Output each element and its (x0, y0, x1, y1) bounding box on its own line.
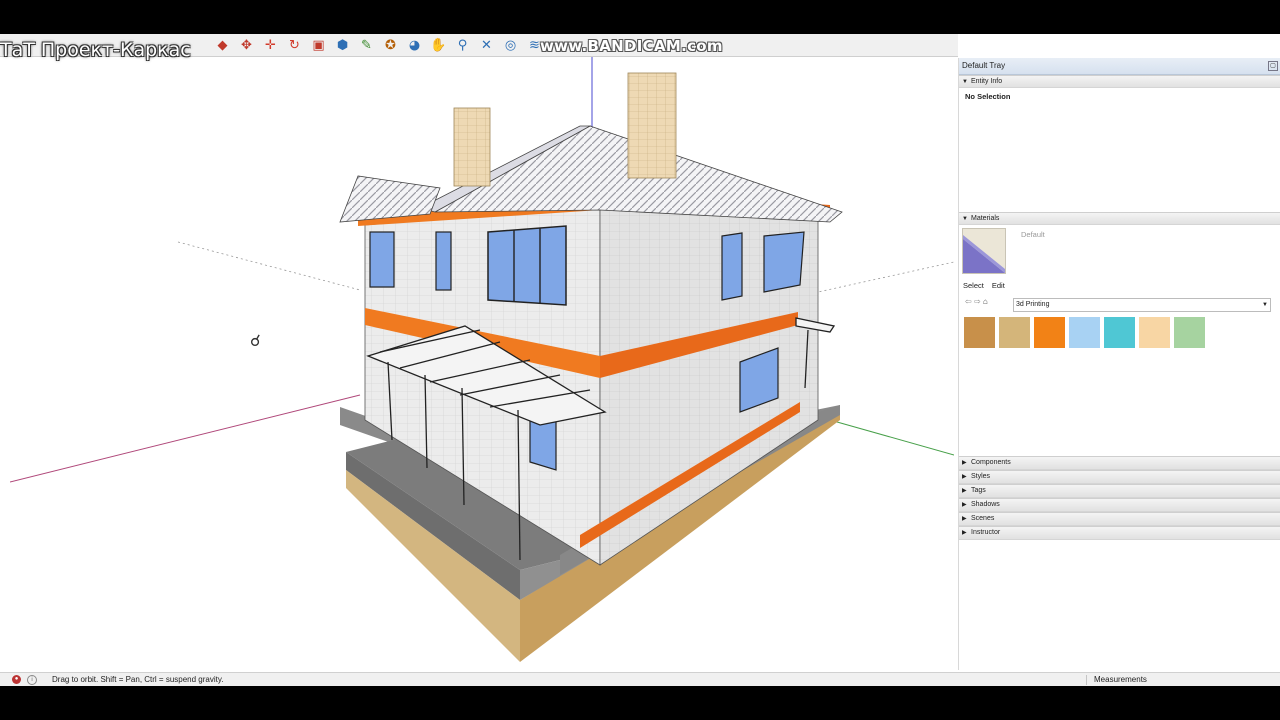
orbit-icon[interactable]: ✥ (236, 35, 257, 55)
tray-pin-button[interactable]: ▢ (1268, 61, 1278, 71)
material-swatches (964, 317, 1209, 348)
panel-entity-info[interactable]: ▼ Entity Info (959, 75, 1280, 88)
house-model-scene: ☌ (10, 57, 954, 662)
material-library-value: 3d Printing (1016, 301, 1050, 308)
collapsed-arrow-icon: ▶ (962, 460, 967, 466)
red-axis (10, 394, 361, 483)
materials-tabs: Select Edit (963, 281, 1013, 290)
model-viewport[interactable]: ☌ (10, 57, 954, 667)
panel-instructor[interactable]: ▶ Instructor (959, 526, 1280, 540)
panel-entity-info-label: Entity Info (971, 78, 1003, 85)
geo-status-icon[interactable]: ● (12, 675, 21, 684)
recorder-watermark: www.BANDICAM.com (540, 37, 723, 55)
collapsed-arrow-icon: ▶ (962, 516, 967, 522)
tab-edit[interactable]: Edit (992, 281, 1005, 290)
panel-label: Components (971, 459, 1011, 466)
collapsed-arrow-icon: ▶ (962, 474, 967, 480)
toolbar-icons: ◆ ✥ ✛ ↻ ▣ ⬢ ✎ ✪ ◕ ✋ ⚲ ✕ ◎ ≋ (212, 35, 548, 55)
status-icons: ● i (12, 675, 43, 685)
material-preview[interactable] (962, 228, 1006, 274)
material-swatch-1[interactable] (964, 317, 995, 348)
material-library-select[interactable]: 3d Printing ▼ (1013, 298, 1271, 312)
panel-label: Styles (971, 473, 991, 480)
collapsed-arrow-icon: ▶ (962, 530, 967, 536)
collapsed-panels: ▶ Components ▶ Styles ▶ Tags ▶ Shadows ▶ Scenes ▶ I… (959, 456, 1280, 540)
material-swatch-4[interactable] (1069, 317, 1100, 348)
materials-nav: ⇦ ⇨ ⌂ (965, 297, 988, 306)
back-arrow-icon[interactable]: ⇦ (965, 297, 972, 306)
panel-styles[interactable]: ▶ Styles (959, 470, 1280, 484)
collapsed-arrow-icon: ▶ (962, 502, 967, 508)
panel-label: Shadows (971, 501, 1000, 508)
pan-icon[interactable]: ✋ (428, 35, 449, 55)
material-swatch-7[interactable] (1174, 317, 1205, 348)
expanded-arrow-icon: ▼ (962, 79, 968, 85)
default-material-swatch (963, 235, 1005, 273)
measurements-label: Measurements (1094, 675, 1147, 684)
status-bar: ● i Drag to orbit. Shift = Pan, Ctrl = s… (0, 672, 1280, 686)
material-swatch-6[interactable] (1139, 317, 1170, 348)
tray-title: Default Tray ▢ (959, 58, 1280, 75)
panel-tags[interactable]: ▶ Tags (959, 484, 1280, 498)
tab-select[interactable]: Select (963, 281, 984, 290)
selection-status: No Selection (965, 92, 1011, 101)
orbit-active-icon[interactable]: ◕ (404, 35, 425, 55)
zoom-extents-icon[interactable]: ✕ (476, 35, 497, 55)
protractor-icon[interactable]: ✪ (380, 35, 401, 55)
panel-materials-label: Materials (971, 215, 1000, 222)
panel-label: Scenes (971, 515, 995, 522)
panel-components[interactable]: ▶ Components (959, 456, 1280, 470)
orbit-cursor-icon: ☌ (250, 331, 261, 350)
tray-title-text: Default Tray (962, 61, 1006, 70)
material-swatch-5[interactable] (1104, 317, 1135, 348)
forward-arrow-icon[interactable]: ⇨ (974, 297, 981, 306)
zoom-icon[interactable]: ⚲ (452, 35, 473, 55)
section-plane-icon[interactable]: ⬢ (332, 35, 353, 55)
roof-frame (339, 72, 843, 223)
green-axis (829, 419, 954, 456)
chevron-down-icon: ▼ (1262, 302, 1268, 308)
home-icon[interactable]: ⌂ (983, 297, 988, 306)
overlay-title: ТаТ Проект-Каркас (0, 39, 191, 61)
scale-icon[interactable]: ▣ (308, 35, 329, 55)
material-swatch-2[interactable] (999, 317, 1030, 348)
tray-empty-space (959, 540, 1280, 640)
expanded-arrow-icon: ▼ (962, 216, 968, 222)
materials-spacer (959, 349, 1280, 456)
panel-shadows[interactable]: ▶ Shadows (959, 498, 1280, 512)
move-icon[interactable]: ✛ (260, 35, 281, 55)
sketchup-window: ◆ ✥ ✛ ↻ ▣ ⬢ ✎ ✪ ◕ ✋ ⚲ ✕ ◎ ≋ ☌ ТаТ Проект… (0, 34, 1280, 686)
materials-body: Default Select Edit ⇦ ⇨ ⌂ 3d Printing ▼ (959, 225, 1280, 349)
material-swatch-3[interactable] (1034, 317, 1065, 348)
entity-info-body: No Selection (959, 88, 1280, 212)
collapsed-arrow-icon: ▶ (962, 488, 967, 494)
status-hint: Drag to orbit. Shift = Pan, Ctrl = suspe… (52, 675, 224, 684)
default-tray: Default Tray ▢ ▼ Entity Info No Selection… (958, 58, 1280, 670)
tape-measure-icon[interactable]: ✎ (356, 35, 377, 55)
material-name: Default (1021, 230, 1045, 239)
status-separator (1086, 675, 1087, 685)
info-icon[interactable]: i (27, 675, 37, 685)
panel-label: Instructor (971, 529, 1001, 536)
rotate-icon[interactable]: ↻ (284, 35, 305, 55)
geo-location-icon[interactable]: ◎ (500, 35, 521, 55)
panel-scenes[interactable]: ▶ Scenes (959, 512, 1280, 526)
paint-bucket-icon[interactable]: ◆ (212, 35, 233, 55)
panel-materials[interactable]: ▼ Materials (959, 212, 1280, 225)
panel-label: Tags (971, 487, 986, 494)
